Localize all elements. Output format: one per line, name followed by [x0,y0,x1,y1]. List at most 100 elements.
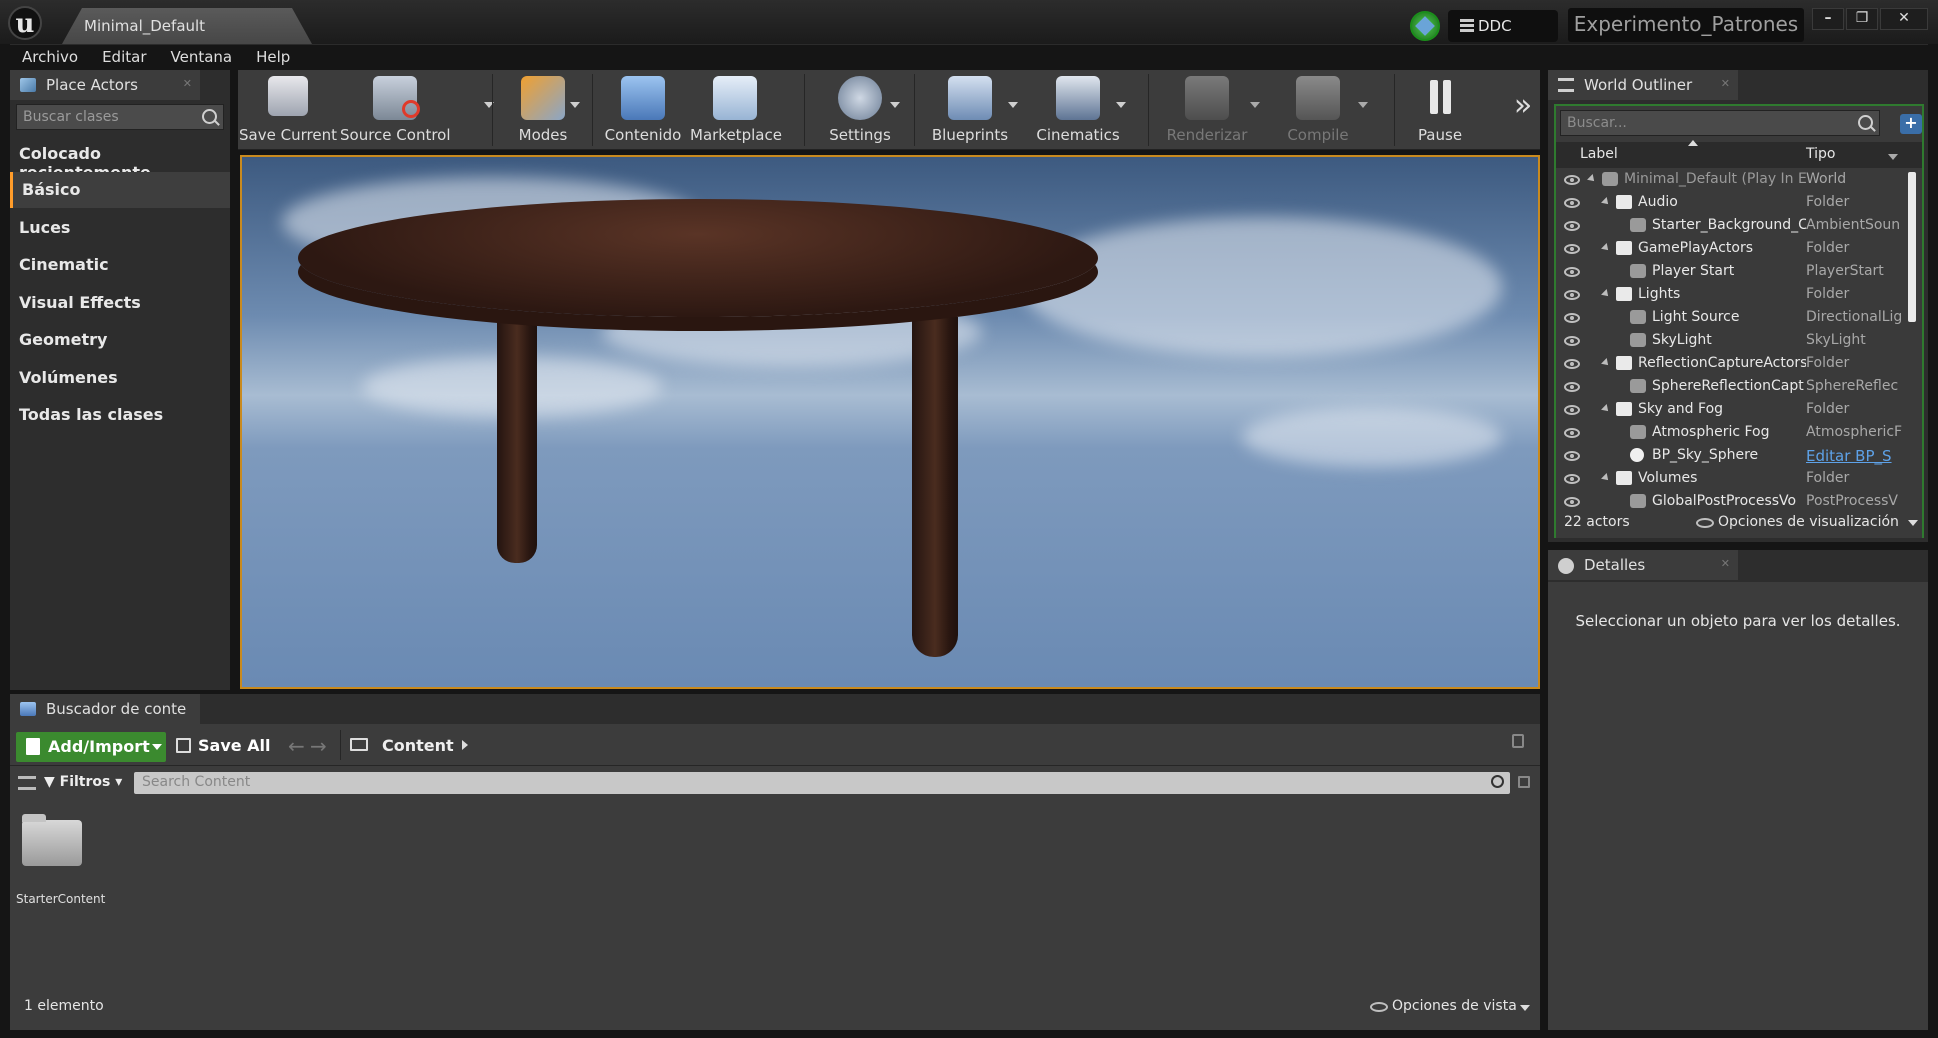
visibility-eye-icon[interactable] [1564,267,1580,277]
visibility-eye-icon[interactable] [1564,221,1580,231]
outliner-row[interactable]: SkyLight SkyLight [1556,329,1906,352]
build-button[interactable]: Renderizar [1154,70,1260,150]
outliner-row[interactable]: Minimal_Default (Play In E World [1556,168,1906,191]
outliner-row[interactable]: GlobalPostProcessVo PostProcessV [1556,490,1906,508]
cinematics-dropdown-icon[interactable] [1116,102,1126,108]
back-arrow-icon[interactable]: ← [288,734,305,758]
place-actors-tab[interactable]: Place Actors ✕ [10,70,200,100]
column-dropdown-icon[interactable] [1888,154,1898,160]
expand-arrow-icon[interactable] [1601,404,1611,414]
column-label[interactable]: Label [1580,146,1618,162]
tab-close-icon[interactable]: ✕ [1721,77,1730,90]
close-button[interactable]: ✕ [1880,8,1928,30]
details-tab[interactable]: Detalles ✕ [1548,550,1738,580]
category-recent[interactable]: Colocado recientemente [10,136,230,182]
outliner-row[interactable]: ReflectionCaptureActors Folder [1556,352,1906,375]
visibility-eye-icon[interactable] [1564,405,1580,415]
expand-arrow-icon[interactable] [1601,358,1611,368]
restore-button[interactable]: ❐ [1846,8,1878,30]
visibility-eye-icon[interactable] [1564,290,1580,300]
category-lights[interactable]: Luces [10,210,230,246]
expand-arrow-icon[interactable] [1601,289,1611,299]
modes-button[interactable]: Modes [498,70,588,150]
outliner-row[interactable]: Audio Folder [1556,191,1906,214]
expand-arrow-icon[interactable] [1587,174,1597,184]
compile-button[interactable]: Compile [1268,70,1368,150]
outliner-row[interactable]: Starter_Background_C AmbientSoun [1556,214,1906,237]
visibility-eye-icon[interactable] [1564,244,1580,254]
expand-arrow-icon[interactable] [1601,473,1611,483]
chevron-down-icon[interactable] [1520,1005,1530,1011]
source-control-button[interactable]: Source Control [340,70,451,150]
outliner-row[interactable]: GamePlayActors Folder [1556,237,1906,260]
save-search-icon[interactable] [1518,776,1530,788]
menu-ventana[interactable]: Ventana [159,45,245,66]
settings-button[interactable]: Settings [810,70,910,150]
visibility-eye-icon[interactable] [1564,313,1580,323]
outliner-row[interactable]: Light Source DirectionalLig [1556,306,1906,329]
source-control-status-icon[interactable] [1410,11,1440,41]
content-browser-tab[interactable]: Buscador de conte [10,694,200,724]
outliner-row[interactable]: SphereReflectionCapt SphereReflec [1556,375,1906,398]
blueprints-dropdown-icon[interactable] [1008,102,1018,108]
category-geometry[interactable]: Geometry [10,322,230,358]
filters-button[interactable]: ▼ Filtros ▾ [44,774,122,790]
forward-arrow-icon[interactable]: → [310,734,327,758]
column-type[interactable]: Tipo [1806,146,1835,162]
level-tab[interactable]: Minimal_Default [62,8,312,44]
menu-help[interactable]: Help [244,45,302,66]
toolbar-overflow-icon[interactable]: » [1508,70,1538,150]
cinematics-button[interactable]: Cinematics [1028,70,1128,150]
outliner-row[interactable]: Volumes Folder [1556,467,1906,490]
visibility-eye-icon[interactable] [1564,198,1580,208]
visibility-eye-icon[interactable] [1564,175,1580,185]
marketplace-button[interactable]: Marketplace [690,70,782,150]
expand-arrow-icon[interactable] [1601,197,1611,207]
minimize-button[interactable]: – [1812,8,1844,30]
edit-blueprint-link[interactable]: Editar BP_S [1806,447,1902,465]
category-visual-effects[interactable]: Visual Effects [10,285,230,321]
visibility-eye-icon[interactable] [1564,359,1580,369]
outliner-scrollbar[interactable] [1908,172,1916,322]
level-viewport[interactable] [240,155,1540,689]
tab-close-icon[interactable]: ✕ [183,77,192,90]
class-search-input[interactable]: Buscar clases [16,104,224,130]
add-folder-icon[interactable]: + [1900,114,1922,134]
ddc-button[interactable]: DDC [1448,10,1558,42]
save-current-button[interactable]: Save Current [238,70,338,150]
outliner-row[interactable]: Atmospheric Fog AtmosphericF [1556,421,1906,444]
outliner-row[interactable]: Player Start PlayerStart [1556,260,1906,283]
content-button[interactable]: Contenido [598,70,688,150]
settings-dropdown-icon[interactable] [890,102,900,108]
chevron-down-icon[interactable] [1908,520,1918,526]
outliner-row[interactable]: Sky and Fog Folder [1556,398,1906,421]
category-all-classes[interactable]: Todas las clases [10,397,230,433]
blueprints-button[interactable]: Blueprints [920,70,1020,150]
lock-icon[interactable] [1512,734,1524,748]
view-options-button[interactable]: Opciones de visualización [1718,514,1899,530]
build-dropdown-icon[interactable] [1250,102,1260,108]
outliner-row[interactable]: Lights Folder [1556,283,1906,306]
asset-tile-startercontent[interactable]: StarterContent [14,810,105,910]
category-volumes[interactable]: Volúmenes [10,360,230,396]
world-outliner-tab[interactable]: World Outliner ✕ [1548,70,1738,100]
modes-dropdown-icon[interactable] [570,102,580,108]
visibility-eye-icon[interactable] [1564,497,1580,507]
pause-button[interactable]: Pause [1400,70,1480,150]
tab-close-icon[interactable]: ✕ [1721,557,1730,570]
category-basic[interactable]: Básico [10,172,230,208]
path-chevron-icon[interactable] [462,740,468,750]
menu-editar[interactable]: Editar [90,45,158,66]
save-all-button[interactable]: Save All [176,736,271,755]
visibility-eye-icon[interactable] [1564,428,1580,438]
expand-arrow-icon[interactable] [1601,243,1611,253]
view-options-button[interactable]: Opciones de vista [1392,998,1517,1014]
sources-toggle-icon[interactable] [18,776,36,790]
visibility-eye-icon[interactable] [1564,474,1580,484]
outliner-row[interactable]: BP_Sky_Sphere Editar BP_S [1556,444,1906,467]
compile-dropdown-icon[interactable] [1358,102,1368,108]
menu-archivo[interactable]: Archivo [10,45,90,66]
category-cinematic[interactable]: Cinematic [10,247,230,283]
visibility-eye-icon[interactable] [1564,382,1580,392]
content-search-input[interactable]: Search Content [134,772,1510,794]
